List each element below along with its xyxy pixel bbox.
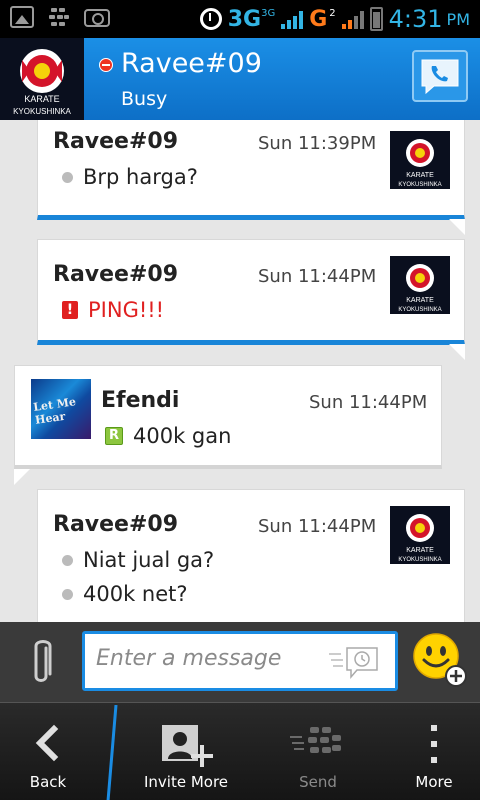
message-line: ! PING!!! bbox=[62, 298, 164, 322]
invite-more-label: Invite More bbox=[143, 773, 229, 791]
message-bubble[interactable]: Ravee#09 Sun 11:39PM KARATE KYOKUSHINKA … bbox=[37, 120, 465, 235]
bullet-icon bbox=[62, 554, 73, 566]
signal-strength-1-icon bbox=[281, 9, 304, 29]
clock-time: 4:31 bbox=[388, 5, 443, 33]
sender-avatar[interactable]: Let Me Hear bbox=[31, 379, 91, 439]
clock-ampm: PM bbox=[446, 9, 470, 29]
message-line: 400k net? bbox=[62, 582, 188, 606]
emoticon-smiley-icon[interactable] bbox=[412, 632, 468, 688]
network-type-1: 3G bbox=[227, 6, 262, 32]
phone-icon bbox=[421, 59, 459, 95]
bubble-tail bbox=[449, 219, 465, 235]
gallery-notification-icon bbox=[10, 6, 34, 28]
message-text: 400k net? bbox=[83, 582, 188, 606]
bbm-send-icon bbox=[290, 727, 341, 753]
avatar-text: Let Me Hear bbox=[32, 395, 77, 427]
contact-avatar[interactable]: KARATE KYOKUSHINKA bbox=[0, 38, 84, 120]
back-button[interactable]: Back bbox=[0, 703, 96, 800]
network-type-1-small: 3G bbox=[261, 7, 276, 19]
message-input[interactable] bbox=[96, 646, 326, 671]
sender-avatar[interactable]: KARATE KYOKUSHINKA bbox=[390, 131, 450, 189]
voice-call-button[interactable] bbox=[412, 50, 468, 102]
bottom-action-bar: Back Invite More Send More bbox=[0, 702, 480, 800]
message-sender: Ravee#09 bbox=[53, 129, 179, 154]
message-time: Sun 11:44PM bbox=[309, 392, 428, 413]
read-receipt-icon: R bbox=[105, 427, 123, 445]
message-line: R 400k gan bbox=[105, 424, 231, 448]
bubble-tail bbox=[449, 344, 465, 360]
message-text: 400k gan bbox=[133, 424, 232, 448]
attach-paperclip-icon[interactable] bbox=[26, 636, 56, 688]
svg-text:KARATE: KARATE bbox=[406, 297, 434, 304]
network-type-2-small: 2 bbox=[329, 7, 336, 19]
bubble-tail bbox=[14, 469, 30, 485]
message-sender: Efendi bbox=[101, 388, 180, 413]
message-time: Sun 11:44PM bbox=[258, 266, 377, 287]
message-bubble[interactable]: Let Me Hear Efendi Sun 11:44PM R 400k ga… bbox=[14, 365, 442, 485]
more-button[interactable]: More bbox=[394, 703, 474, 800]
avatar-text-bottom: KYOKUSHINKA bbox=[13, 107, 71, 116]
svg-text:KYOKUSHINKA: KYOKUSHINKA bbox=[398, 182, 441, 188]
system-indicators: 3G 3G G 2 4:31 PM bbox=[199, 2, 470, 36]
message-bubble[interactable]: Ravee#09 Sun 11:44PM KARATE KYOKUSHINKA … bbox=[37, 489, 465, 622]
action-divider bbox=[106, 705, 118, 800]
busy-status-icon bbox=[99, 58, 113, 72]
compose-bar bbox=[0, 622, 480, 702]
send-label: Send bbox=[299, 773, 337, 791]
conversation-list[interactable]: Ravee#09 Sun 11:39PM KARATE KYOKUSHINKA … bbox=[0, 120, 480, 622]
message-input-box[interactable] bbox=[82, 631, 398, 691]
network-type-2: G bbox=[309, 6, 328, 32]
message-line: Niat jual ga? bbox=[62, 548, 214, 572]
add-contact-icon bbox=[162, 725, 213, 767]
avatar-text-top: KARATE bbox=[24, 94, 59, 104]
message-time: Sun 11:44PM bbox=[258, 516, 377, 537]
message-text: PING!!! bbox=[88, 298, 165, 322]
message-text: Niat jual ga? bbox=[83, 548, 215, 572]
message-sender: Ravee#09 bbox=[53, 512, 179, 537]
svg-text:KYOKUSHINKA: KYOKUSHINKA bbox=[398, 307, 441, 313]
message-bubble[interactable]: Ravee#09 Sun 11:44PM KARATE KYOKUSHINKA … bbox=[37, 239, 465, 360]
send-button[interactable]: Send bbox=[268, 703, 368, 800]
notification-icons bbox=[10, 6, 110, 28]
svg-text:KYOKUSHINKA: KYOKUSHINKA bbox=[398, 557, 441, 563]
back-label: Back bbox=[29, 773, 67, 791]
message-type-icon[interactable] bbox=[327, 644, 383, 680]
signal-strength-2-icon bbox=[341, 9, 364, 29]
bbm-notification-icon bbox=[48, 6, 70, 28]
alarm-clock-icon bbox=[199, 8, 222, 30]
bullet-icon bbox=[62, 171, 73, 183]
contact-name: Ravee#09 bbox=[121, 48, 262, 79]
more-label: More bbox=[415, 773, 453, 791]
message-line: Brp harga? bbox=[62, 165, 198, 189]
status-bar: 3G 3G G 2 4:31 PM bbox=[0, 0, 480, 38]
chat-header: KARATE KYOKUSHINKA Ravee#09 Busy bbox=[0, 38, 480, 120]
message-sender: Ravee#09 bbox=[53, 262, 179, 287]
bullet-icon bbox=[62, 588, 73, 600]
invite-more-button[interactable]: Invite More bbox=[124, 703, 248, 800]
back-arrow-icon bbox=[35, 724, 59, 762]
message-time: Sun 11:39PM bbox=[258, 133, 377, 154]
sender-avatar[interactable]: KARATE KYOKUSHINKA bbox=[390, 256, 450, 314]
svg-text:KARATE: KARATE bbox=[406, 172, 434, 179]
message-text: Brp harga? bbox=[83, 165, 198, 189]
camera-notification-icon bbox=[84, 9, 110, 27]
battery-icon bbox=[369, 7, 383, 31]
svg-text:KARATE: KARATE bbox=[406, 547, 434, 554]
ping-alert-icon: ! bbox=[62, 301, 78, 319]
overflow-menu-icon bbox=[431, 725, 437, 763]
bbm-chat-screen: 3G 3G G 2 4:31 PM KARATE KYOKUSHINKA Rav… bbox=[0, 0, 480, 800]
contact-status: Busy bbox=[121, 88, 168, 110]
sender-avatar[interactable]: KARATE KYOKUSHINKA bbox=[390, 506, 450, 564]
